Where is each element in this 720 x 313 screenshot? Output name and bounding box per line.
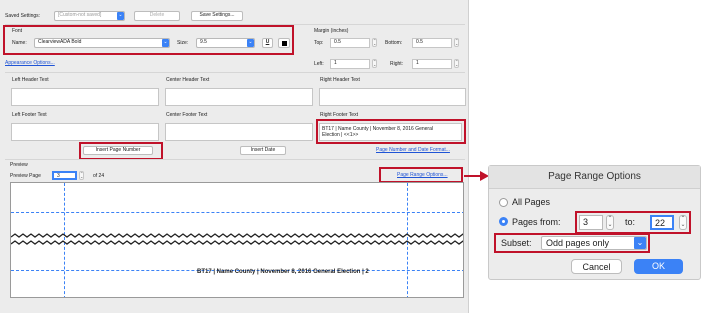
right-footer-highlight-box <box>316 119 466 144</box>
page-range-link-highlight-box <box>379 167 463 183</box>
page-range-options-dialog: Page Range Options All Pages Pages from:… <box>488 165 701 280</box>
left-header-label: Left Header Text <box>12 77 49 83</box>
margin-right-field[interactable]: 1 <box>412 59 452 69</box>
margin-left-label: Left: <box>314 61 324 67</box>
subset-highlight-box <box>494 233 650 253</box>
all-pages-radio[interactable] <box>499 198 508 207</box>
page-number-date-format-link[interactable]: Page Number and Date Format... <box>376 147 450 154</box>
margin-top-field[interactable]: 0.5 <box>330 38 370 48</box>
margin-top-label: Top: <box>314 40 324 46</box>
appearance-options-link-text[interactable]: Appearance Options... <box>5 60 55 66</box>
left-footer-label: Left Footer Text <box>12 112 47 118</box>
header-margin-guide <box>11 212 463 213</box>
dialog-title: Page Range Options <box>489 166 700 189</box>
right-header-input[interactable] <box>319 88 466 106</box>
page-break-zigzag <box>11 233 463 245</box>
saved-settings-select[interactable]: [Custom-not saved] ⌄ <box>54 11 125 21</box>
preview-footer-text: BT17 | Name County | November 8, 2016 Ge… <box>197 269 369 275</box>
margin-right-label: Right: <box>390 61 404 67</box>
margin-left-stepper[interactable]: ⌃ ⌄ <box>372 59 377 68</box>
center-header-input[interactable] <box>165 88 313 106</box>
font-highlight-box <box>3 25 294 55</box>
insert-date-button[interactable]: Insert Date <box>240 146 286 155</box>
ok-button[interactable]: OK <box>634 259 683 274</box>
preview-area: BT17 | Name County | November 8, 2016 Ge… <box>10 182 464 298</box>
left-header-input[interactable] <box>11 88 159 106</box>
left-footer-input[interactable] <box>11 123 159 141</box>
center-footer-input[interactable] <box>165 123 313 141</box>
all-pages-label[interactable]: All Pages <box>512 197 550 207</box>
center-header-label: Center Header Text <box>166 77 210 83</box>
saved-settings-label: Saved Settings: <box>5 13 41 19</box>
preview-page-label: Preview Page <box>10 173 41 179</box>
margin-bottom-field[interactable]: 0.5 <box>412 38 452 48</box>
divider <box>5 159 465 160</box>
right-header-label: Right Header Text <box>320 77 360 83</box>
margin-left-field[interactable]: 1 <box>330 59 370 69</box>
saved-settings-value: [Custom-not saved] <box>58 12 102 18</box>
delete-button[interactable]: Delete <box>134 11 180 21</box>
margin-section-label: Margin (inches) <box>314 28 349 34</box>
page-number-date-format-link-text[interactable]: Page Number and Date Format... <box>376 147 450 153</box>
preview-section-label: Preview <box>10 162 28 168</box>
preview-page-stepper[interactable]: ⌃ ⌄ <box>79 171 84 180</box>
margin-top-stepper[interactable]: ⌃ ⌄ <box>372 38 377 47</box>
margin-right-stepper[interactable]: ⌃ ⌄ <box>454 59 459 68</box>
margin-bottom-label: Bottom: <box>385 40 403 46</box>
save-settings-button[interactable]: Save Settings... <box>191 11 243 21</box>
insert-page-number-highlight-box <box>79 142 163 160</box>
center-footer-label: Center Footer Text <box>166 112 208 118</box>
page-range-highlight-box <box>575 211 691 234</box>
pages-from-radio[interactable] <box>499 217 508 226</box>
preview-page-field[interactable]: 3 <box>52 171 77 180</box>
margin-bottom-stepper[interactable]: ⌃ ⌄ <box>454 38 459 47</box>
preview-page-count: of 24 <box>93 173 105 179</box>
appearance-options-link[interactable]: Appearance Options... <box>5 60 55 67</box>
divider <box>5 72 465 73</box>
right-footer-label: Right Footer Text <box>320 112 358 118</box>
pages-from-label[interactable]: Pages from: <box>512 217 561 227</box>
cancel-button[interactable]: Cancel <box>571 259 622 274</box>
arrow-right-icon <box>464 171 489 181</box>
header-footer-panel: Saved Settings: [Custom-not saved] ⌄ Del… <box>0 0 469 313</box>
chevron-down-icon: ⌄ <box>117 12 124 20</box>
